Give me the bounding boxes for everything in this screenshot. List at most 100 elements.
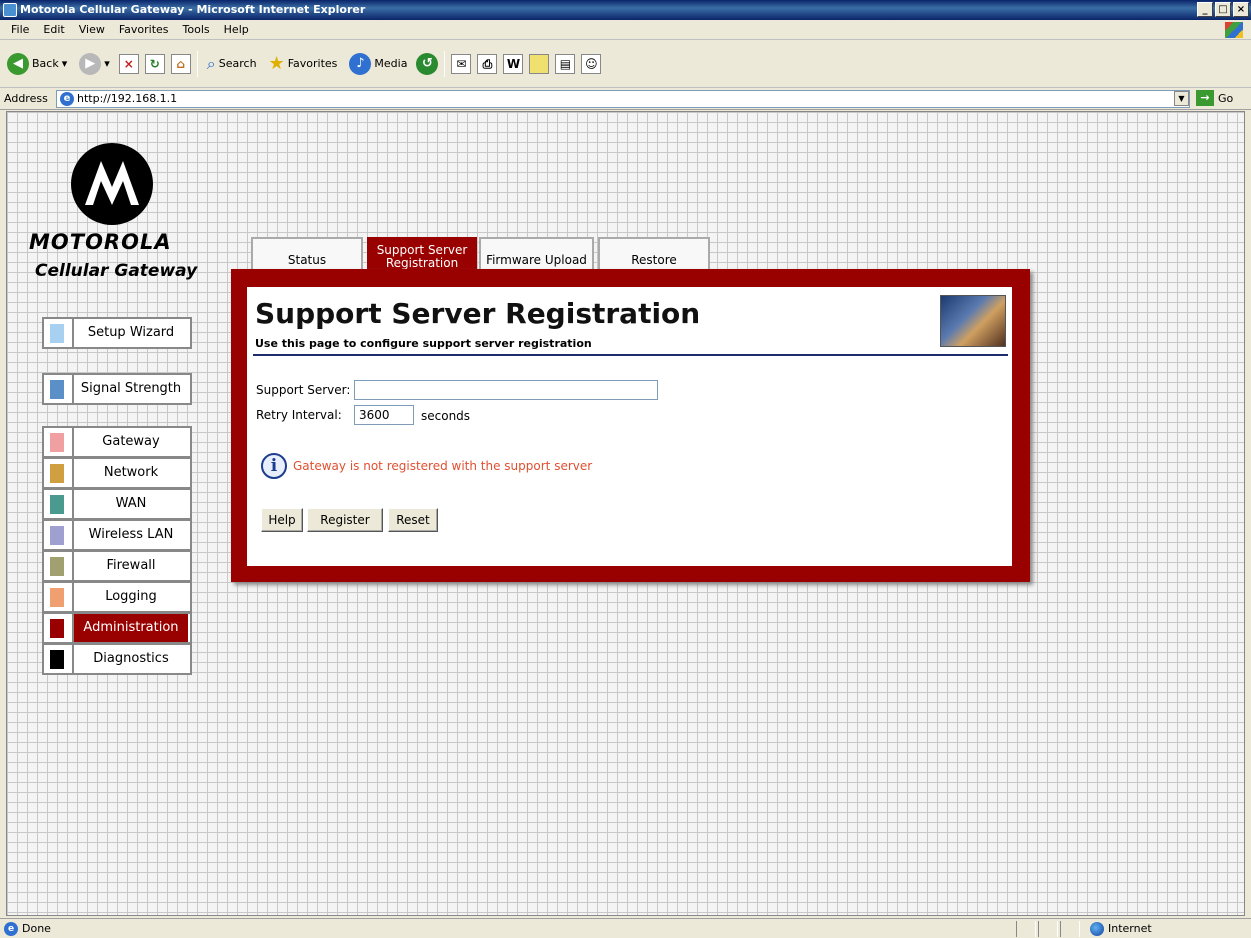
home-icon[interactable]: ⌂ bbox=[170, 53, 191, 74]
brand-name: MOTOROLA bbox=[29, 230, 172, 254]
print-icon[interactable]: ⎙ bbox=[477, 53, 498, 74]
search-icon: ⌕ bbox=[206, 53, 216, 73]
support-server-input[interactable] bbox=[354, 380, 658, 400]
go-button[interactable]: → Go bbox=[1196, 90, 1233, 106]
history-icon[interactable]: ↺ bbox=[416, 52, 439, 75]
mail-icon[interactable]: ✉ bbox=[451, 53, 472, 74]
tab-status[interactable]: Status bbox=[251, 237, 363, 272]
retry-interval-input[interactable] bbox=[354, 405, 414, 425]
menu-view[interactable]: View bbox=[72, 23, 112, 36]
menu-help[interactable]: Help bbox=[217, 23, 256, 36]
globe-icon bbox=[1090, 921, 1104, 936]
registration-panel: Support Server Registration Use this pag… bbox=[231, 269, 1030, 582]
status-segment bbox=[1016, 921, 1036, 937]
dropdown-icon: ▾ bbox=[61, 57, 68, 70]
browser-window: Motorola Cellular Gateway - Microsoft In… bbox=[0, 0, 1251, 938]
nav-label: Gateway bbox=[72, 428, 188, 456]
menu-tools[interactable]: Tools bbox=[176, 23, 217, 36]
nav-swatch bbox=[50, 380, 64, 399]
go-arrow-icon: → bbox=[1196, 90, 1214, 106]
help-button[interactable]: Help bbox=[261, 508, 303, 532]
menu-edit[interactable]: Edit bbox=[36, 23, 71, 36]
nav-label: WAN bbox=[72, 490, 188, 518]
tab-firmware-upload[interactable]: Firmware Upload bbox=[479, 237, 594, 272]
toolbar-separator bbox=[444, 50, 446, 77]
nav-swatch bbox=[50, 324, 64, 343]
nav-wireless-lan[interactable]: Wireless LAN bbox=[42, 519, 192, 551]
nav-swatch bbox=[50, 433, 64, 452]
star-icon: ★ bbox=[268, 53, 285, 74]
stop-icon[interactable]: × bbox=[118, 53, 139, 74]
title-bar: Motorola Cellular Gateway - Microsoft In… bbox=[0, 0, 1251, 20]
reset-button[interactable]: Reset bbox=[388, 508, 438, 532]
nav-firewall[interactable]: Firewall bbox=[42, 550, 192, 582]
nav-label: Firewall bbox=[72, 552, 188, 580]
address-bar: Address e http://192.168.1.1 ▼ → Go bbox=[0, 88, 1251, 110]
research-icon[interactable]: ▤ bbox=[555, 53, 576, 74]
nav-label: Signal Strength bbox=[72, 375, 188, 403]
motorola-logo-icon bbox=[71, 143, 153, 225]
status-done: e Done bbox=[4, 919, 51, 938]
toolbar: ◀ Back ▾ ▶ ▾ × ↻ ⌂ ⌕ Search ★ Favorites … bbox=[0, 40, 1251, 88]
nav-gateway[interactable]: Gateway bbox=[42, 426, 192, 458]
maximize-button[interactable]: □ bbox=[1215, 2, 1231, 17]
register-button[interactable]: Register bbox=[307, 508, 383, 532]
nav-signal-strength[interactable]: Signal Strength bbox=[42, 373, 192, 405]
minimize-button[interactable]: _ bbox=[1197, 2, 1213, 17]
nav-label: Diagnostics bbox=[72, 645, 188, 673]
divider bbox=[253, 354, 1008, 356]
nav-network[interactable]: Network bbox=[42, 457, 192, 489]
tab-label: Status bbox=[287, 253, 327, 267]
nav-diagnostics[interactable]: Diagnostics bbox=[42, 643, 192, 675]
menu-file[interactable]: File bbox=[4, 23, 36, 36]
address-dropdown-icon[interactable]: ▼ bbox=[1174, 91, 1189, 106]
dropdown-icon: ▾ bbox=[104, 57, 110, 70]
nav-swatch bbox=[50, 588, 64, 607]
discuss-icon[interactable] bbox=[529, 53, 550, 74]
menu-favorites[interactable]: Favorites bbox=[112, 23, 176, 36]
favorites-label: Favorites bbox=[287, 57, 338, 70]
nav-wan[interactable]: WAN bbox=[42, 488, 192, 520]
address-label: Address bbox=[4, 92, 48, 105]
nav-logging[interactable]: Logging bbox=[42, 581, 192, 613]
go-label: Go bbox=[1218, 91, 1234, 105]
nav-label: Wireless LAN bbox=[72, 521, 188, 549]
status-segment bbox=[1060, 921, 1080, 937]
search-button[interactable]: ⌕ Search bbox=[204, 49, 260, 79]
tab-label: Restore bbox=[631, 253, 677, 267]
back-label: Back bbox=[32, 57, 59, 70]
brand-product: Cellular Gateway bbox=[35, 261, 198, 281]
forward-button[interactable]: ▶ ▾ bbox=[76, 49, 113, 79]
close-button[interactable]: × bbox=[1233, 2, 1249, 17]
panel-body: Support Server Registration Use this pag… bbox=[247, 287, 1012, 566]
favorites-button[interactable]: ★ Favorites bbox=[266, 49, 341, 79]
nav-swatch bbox=[50, 526, 64, 545]
refresh-icon[interactable]: ↻ bbox=[144, 53, 165, 74]
tab-support-server-registration[interactable]: Support Server Registration bbox=[367, 237, 477, 272]
address-input[interactable]: e http://192.168.1.1 bbox=[56, 90, 1190, 108]
support-server-label: Support Server: bbox=[256, 383, 351, 397]
address-url: http://192.168.1.1 bbox=[77, 92, 178, 105]
registration-status-message: Gateway is not registered with the suppo… bbox=[293, 459, 593, 473]
windows-logo-icon bbox=[1225, 22, 1243, 38]
zone-label: Internet bbox=[1108, 922, 1152, 935]
back-button[interactable]: ◀ Back ▾ bbox=[4, 49, 70, 79]
nav-swatch bbox=[50, 495, 64, 514]
page-icon: e bbox=[4, 921, 18, 936]
ie-icon bbox=[3, 3, 17, 17]
media-label: Media bbox=[374, 57, 408, 70]
nav-swatch bbox=[50, 557, 64, 576]
nav-swatch bbox=[50, 619, 64, 638]
info-icon: i bbox=[261, 453, 287, 479]
tab-restore[interactable]: Restore bbox=[598, 237, 710, 272]
search-label: Search bbox=[218, 57, 257, 70]
status-segment bbox=[1038, 921, 1058, 937]
edit-icon[interactable]: W bbox=[503, 53, 524, 74]
nav-administration[interactable]: Administration bbox=[42, 612, 192, 644]
media-button[interactable]: ♪ Media bbox=[346, 49, 410, 79]
page-subtitle: Use this page to configure support serve… bbox=[255, 337, 592, 350]
messenger-icon[interactable]: ☺ bbox=[581, 53, 602, 74]
back-arrow-icon: ◀ bbox=[7, 52, 29, 75]
nav-setup-wizard[interactable]: Setup Wizard bbox=[42, 317, 192, 349]
menu-bar: File Edit View Favorites Tools Help bbox=[0, 20, 1251, 40]
